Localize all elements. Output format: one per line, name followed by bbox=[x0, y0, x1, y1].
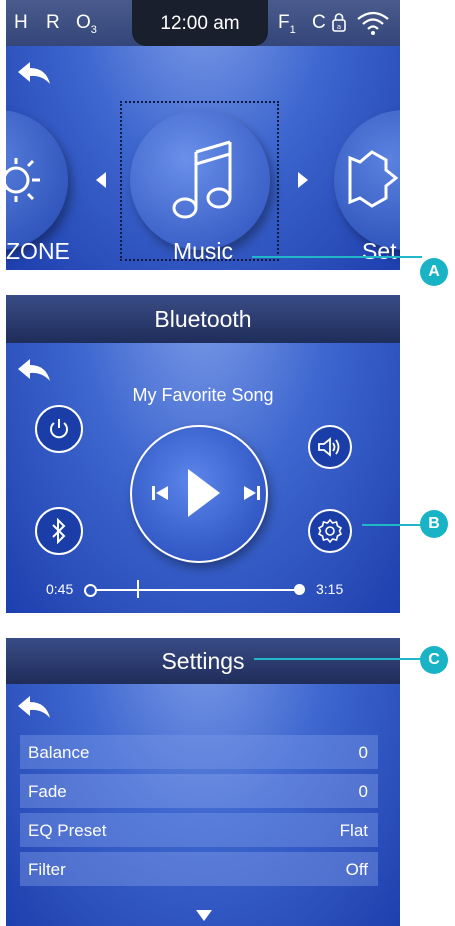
settings-row-label: Fade bbox=[28, 782, 67, 801]
settings-row-label: Balance bbox=[28, 743, 90, 762]
status-ozone: O3 bbox=[76, 12, 97, 36]
status-h: H bbox=[14, 12, 28, 33]
previous-track-icon[interactable] bbox=[150, 483, 170, 503]
callout-a-badge: A bbox=[420, 258, 448, 286]
back-arrow-icon[interactable] bbox=[16, 357, 52, 385]
status-c: C bbox=[312, 12, 326, 33]
settings-row-value: 0 bbox=[358, 743, 368, 762]
progress-track[interactable] bbox=[88, 589, 300, 591]
lock-icon: a bbox=[332, 13, 346, 32]
bluetooth-button[interactable] bbox=[35, 507, 83, 555]
volume-button[interactable] bbox=[308, 425, 352, 469]
bluetooth-icon bbox=[52, 518, 66, 544]
settings-row-value: 0 bbox=[358, 782, 368, 801]
scroll-down-arrow-icon[interactable] bbox=[195, 908, 213, 922]
back-arrow-icon[interactable] bbox=[16, 694, 52, 722]
home-screen: H R O3 12:00 am F1 C a ZONE Music Set bbox=[6, 0, 400, 270]
next-track-icon[interactable] bbox=[242, 483, 262, 503]
carousel-prev-arrow-icon[interactable] bbox=[94, 171, 108, 189]
play-icon[interactable] bbox=[184, 467, 222, 519]
total-time: 3:15 bbox=[316, 581, 344, 597]
wifi-icon bbox=[357, 11, 389, 35]
status-bar: H R O3 12:00 am F1 C a bbox=[6, 0, 400, 46]
settings-row[interactable]: EQ Preset Flat bbox=[20, 813, 378, 847]
play-control-disc bbox=[130, 425, 268, 563]
carousel-right-label: Set bbox=[362, 238, 397, 264]
settings-row[interactable]: Filter Off bbox=[20, 852, 378, 886]
status-ozone-sub: 3 bbox=[90, 23, 97, 36]
callout-c-line bbox=[254, 658, 422, 660]
svg-text:a: a bbox=[337, 23, 341, 31]
power-button[interactable] bbox=[35, 405, 83, 453]
settings-row-label: EQ Preset bbox=[28, 821, 107, 840]
callout-b-line bbox=[362, 524, 422, 526]
carousel-item-settings[interactable] bbox=[334, 110, 400, 250]
status-ozone-letter: O bbox=[76, 12, 91, 33]
music-note-icon bbox=[172, 140, 232, 219]
carousel-item-music[interactable] bbox=[130, 110, 270, 250]
song-title: My Favorite Song bbox=[132, 385, 274, 405]
sun-icon bbox=[6, 158, 40, 202]
carousel-next-arrow-icon[interactable] bbox=[296, 171, 310, 189]
gear-icon bbox=[317, 518, 343, 544]
carousel-center-label: Music bbox=[172, 238, 234, 264]
callout-b-badge: B bbox=[420, 510, 448, 538]
settings-row-value: Flat bbox=[339, 821, 368, 840]
progress-playhead[interactable] bbox=[136, 580, 139, 598]
callout-c-badge: C bbox=[420, 646, 448, 674]
progress-start-dot bbox=[84, 584, 97, 597]
bluetooth-title-bar: Bluetooth bbox=[6, 295, 400, 343]
carousel-item-ozone[interactable] bbox=[6, 110, 68, 250]
status-f-letter: F bbox=[278, 12, 290, 33]
gear-icon bbox=[348, 150, 399, 208]
settings-row[interactable]: Balance 0 bbox=[20, 735, 378, 769]
settings-title-bar: Settings bbox=[6, 638, 400, 684]
status-f-sub: 1 bbox=[289, 23, 296, 36]
status-filter: F1 bbox=[278, 12, 296, 36]
back-arrow-icon[interactable] bbox=[16, 60, 52, 88]
bluetooth-screen: Bluetooth My Favorite Song 0:45 3:15 bbox=[6, 295, 400, 613]
power-icon bbox=[50, 419, 68, 439]
progress-end-dot bbox=[294, 584, 305, 595]
elapsed-time: 0:45 bbox=[46, 581, 74, 597]
settings-row-value: Off bbox=[345, 860, 368, 879]
speaker-icon bbox=[318, 437, 340, 457]
bluetooth-title: Bluetooth bbox=[154, 306, 252, 332]
clock-time: 12:00 am bbox=[160, 13, 240, 34]
settings-row-label: Filter bbox=[28, 860, 66, 879]
callout-a-line bbox=[252, 256, 422, 258]
status-r: R bbox=[46, 12, 60, 33]
settings-button[interactable] bbox=[308, 509, 352, 553]
settings-row[interactable]: Fade 0 bbox=[20, 774, 378, 808]
settings-title: Settings bbox=[161, 648, 245, 674]
settings-screen: Settings Balance 0 Fade 0 EQ Preset Flat Filte… bbox=[6, 638, 400, 926]
clock-box: 12:00 am bbox=[132, 0, 268, 46]
